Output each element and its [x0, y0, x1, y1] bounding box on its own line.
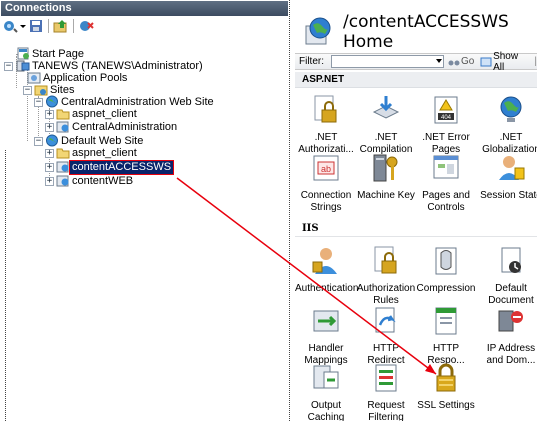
expand-toggle[interactable]: + — [45, 149, 54, 158]
feature-net-compilation[interactable]: .NET Compilation — [355, 94, 417, 156]
expand-toggle[interactable]: + — [45, 177, 54, 186]
show-all-icon — [480, 57, 492, 66]
feature-label: Machine Key — [357, 190, 415, 201]
svg-text:404: 404 — [441, 115, 452, 121]
feature-output-caching[interactable]: Output Caching — [295, 362, 357, 421]
connect-dropdown-icon[interactable] — [20, 18, 26, 34]
disconnect-icon[interactable] — [78, 18, 94, 34]
feature-label: SSL Settings — [417, 400, 475, 411]
machine-key-icon — [373, 154, 398, 182]
tree-item-label: aspnet_client — [72, 108, 137, 120]
http-response-icon — [435, 307, 457, 335]
feature-label: Output Caching — [307, 400, 345, 421]
http-redirect-icon — [375, 307, 396, 333]
toolbar-separator — [48, 19, 49, 33]
default-document-icon — [501, 247, 521, 273]
feature-net-error-pages[interactable]: 404 .NET Error Pages — [415, 94, 477, 156]
handler-mappings-icon — [313, 310, 339, 332]
collapse-toggle[interactable]: − — [34, 137, 43, 146]
show-all-label: Show All — [493, 50, 519, 73]
ssl-lock-icon — [436, 363, 456, 392]
tree-item-label: contentWEB — [72, 175, 134, 187]
collapse-toggle[interactable]: − — [34, 98, 43, 107]
feature-label: Pages and Controls — [422, 190, 470, 213]
authentication-icon — [312, 248, 337, 274]
up-icon[interactable] — [53, 18, 69, 34]
feature-handler-mappings[interactable]: Handler Mappings — [295, 305, 357, 367]
filter-label: Filter: — [299, 56, 324, 67]
home-globe-icon — [303, 16, 333, 49]
feature-label: Connection Strings — [300, 190, 352, 213]
feature-ssl-settings[interactable]: SSL Settings — [415, 362, 477, 412]
feature-connection-strings[interactable]: ab Connection Strings — [295, 152, 357, 214]
feature-label: Compression — [416, 283, 476, 294]
tree-item-aspnet-client[interactable]: aspnet_client — [56, 147, 139, 160]
pane-border — [5, 150, 6, 421]
feature-ip-address-domain[interactable]: IP Address and Dom... — [480, 305, 537, 367]
connections-pane: Connections Start Page − TANEWS (TANEWS\… — [0, 0, 290, 421]
error-page-icon: 404 — [434, 96, 458, 124]
connection-strings-icon: ab — [313, 155, 339, 181]
home-header: /contentACCESSWS Home — [295, 12, 537, 52]
feature-http-redirect[interactable]: HTTP Redirect — [355, 305, 417, 367]
connections-title: Connections — [1, 1, 288, 16]
connections-toolbar — [0, 17, 289, 35]
show-all-button[interactable]: Show All — [480, 51, 530, 73]
feature-label: IP Address and Dom... — [486, 343, 536, 366]
tree-item-contentaccessws[interactable]: contentACCESSWS — [56, 160, 175, 175]
feature-session-state[interactable]: Session State — [480, 152, 537, 202]
feature-compression[interactable]: Compression — [415, 245, 477, 295]
feature-view: /contentACCESSWS Home Filter: Go Show Al… — [295, 0, 537, 421]
expand-toggle[interactable]: + — [45, 123, 54, 132]
globe-icon — [500, 96, 522, 122]
go-label: Go — [461, 56, 475, 67]
binoculars-icon — [448, 60, 460, 65]
pages-controls-icon — [433, 155, 459, 179]
ip-address-icon — [498, 310, 523, 332]
feature-label: Request Filtering — [367, 400, 405, 421]
feature-request-filtering[interactable]: Request Filtering — [355, 362, 417, 421]
authorization-lock-icon — [314, 95, 337, 123]
compression-icon — [435, 247, 457, 275]
feature-http-response[interactable]: HTTP Respo... — [415, 305, 477, 367]
section-iis-header[interactable]: IIS — [295, 221, 537, 237]
feature-label: Authentication — [295, 283, 359, 294]
output-caching-icon — [313, 365, 339, 389]
tree-item-central-administration[interactable]: CentralAdministration — [56, 121, 179, 134]
feature-label: Authorization Rules — [356, 283, 416, 306]
save-icon[interactable] — [28, 18, 44, 34]
feature-net-globalization[interactable]: .NET Globalization — [480, 94, 537, 156]
chevron-down-icon[interactable] — [436, 59, 443, 63]
feature-net-authorization[interactable]: .NET Authorizati... — [295, 94, 357, 156]
compilation-icon — [372, 96, 400, 119]
page-title: /contentACCESSWS Home — [343, 12, 509, 52]
filter-bar: Filter: Go Show All | — [295, 51, 537, 73]
collapse-toggle[interactable]: − — [23, 86, 32, 95]
feature-label: Default Document — [488, 283, 534, 306]
session-state-icon — [499, 156, 525, 180]
feature-label: Session State — [480, 190, 537, 201]
request-filtering-icon — [375, 364, 397, 392]
tree-item-label: CentralAdministration — [72, 121, 178, 133]
expand-toggle[interactable]: + — [45, 163, 54, 172]
feature-authentication[interactable]: Authentication — [295, 245, 359, 295]
feature-pages-and-controls[interactable]: Pages and Controls — [415, 152, 477, 214]
go-button[interactable]: Go — [448, 56, 474, 67]
tree-item-label: aspnet_client — [72, 147, 137, 159]
expand-toggle[interactable]: + — [45, 110, 54, 119]
filter-input[interactable] — [331, 55, 445, 68]
authorization-rules-icon — [374, 246, 397, 274]
collapse-toggle[interactable]: − — [4, 62, 13, 71]
feature-authorization-rules[interactable]: Authorization Rules — [355, 245, 417, 307]
tree-item-label: contentACCESSWS — [68, 160, 175, 175]
web-app-icon — [56, 174, 70, 190]
feature-machine-key[interactable]: Machine Key — [355, 152, 417, 202]
feature-default-document[interactable]: Default Document — [480, 245, 537, 307]
section-aspnet-header[interactable]: ASP.NET — [295, 72, 537, 88]
tree-item-contentweb[interactable]: contentWEB — [56, 175, 135, 188]
connect-icon[interactable] — [2, 18, 18, 34]
svg-text:ab: ab — [321, 164, 331, 174]
toolbar-separator — [73, 19, 74, 33]
